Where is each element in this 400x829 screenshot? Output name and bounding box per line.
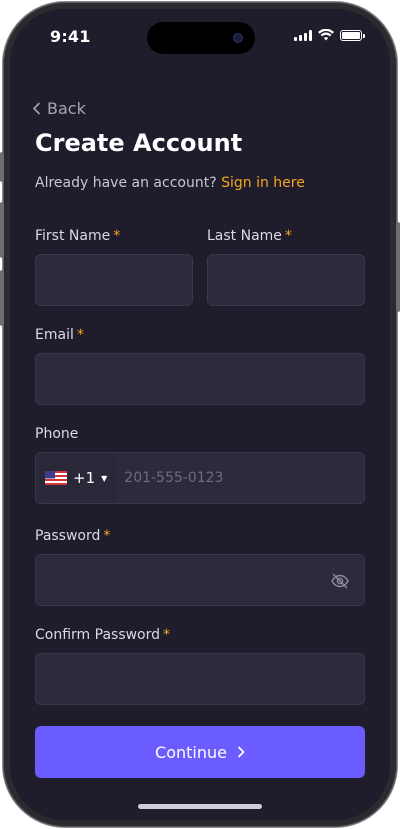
phone-input[interactable]: [116, 453, 364, 503]
last-name-field[interactable]: [207, 254, 365, 306]
first-name-input[interactable]: [36, 255, 192, 305]
first-name-label: First Name *: [35, 228, 120, 244]
password-label: Password *: [35, 528, 110, 544]
signin-prompt: Already have an account? Sign in here: [35, 175, 305, 191]
phone-label-text: Phone: [35, 426, 79, 442]
eye-off-icon[interactable]: [330, 571, 350, 591]
continue-button[interactable]: Continue: [35, 726, 365, 778]
back-label: Back: [47, 99, 86, 118]
app-screen: 9:41 Back Create Account Already have an…: [10, 9, 390, 820]
chevron-left-icon: [33, 102, 40, 115]
required-marker: *: [103, 528, 111, 544]
confirm-password-label: Confirm Password *: [35, 627, 170, 643]
back-button[interactable]: Back: [32, 99, 86, 118]
status-time: 9:41: [50, 27, 91, 46]
confirm-password-label-text: Confirm Password: [35, 627, 161, 643]
required-marker: *: [76, 327, 84, 343]
side-button: [396, 222, 400, 312]
side-button: [0, 270, 4, 326]
dial-code: +1: [73, 469, 96, 487]
email-label: Email *: [35, 327, 84, 343]
dynamic-island: [147, 22, 255, 54]
us-flag-icon: [45, 471, 67, 485]
email-input[interactable]: [36, 354, 364, 404]
country-code-picker[interactable]: +1 ▼: [36, 453, 117, 503]
status-bar: 9:41: [10, 9, 390, 65]
cellular-signal-icon: [294, 29, 312, 41]
confirm-password-input[interactable]: [36, 654, 364, 704]
last-name-input[interactable]: [208, 255, 364, 305]
password-input[interactable]: [36, 555, 364, 605]
first-name-field[interactable]: [35, 254, 193, 306]
phone-field[interactable]: +1 ▼: [35, 452, 365, 504]
email-field[interactable]: [35, 353, 365, 405]
side-button: [0, 202, 4, 258]
required-marker: *: [113, 228, 121, 244]
phone-label: Phone: [35, 426, 78, 442]
chevron-right-icon: [238, 746, 245, 758]
side-button: [0, 152, 4, 182]
email-label-text: Email: [35, 327, 74, 343]
last-name-label: Last Name *: [207, 228, 292, 244]
signin-link[interactable]: Sign in here: [221, 175, 305, 191]
password-field[interactable]: [35, 554, 365, 606]
camera-icon: [233, 33, 243, 43]
password-label-text: Password: [35, 528, 101, 544]
signin-prompt-text: Already have an account?: [35, 175, 217, 191]
required-marker: *: [284, 228, 292, 244]
required-marker: *: [163, 627, 171, 643]
last-name-label-text: Last Name: [207, 228, 282, 244]
wifi-icon: [318, 29, 334, 41]
page-title: Create Account: [35, 129, 243, 157]
battery-icon: [340, 29, 365, 41]
status-icons: [294, 29, 365, 41]
confirm-password-field[interactable]: [35, 653, 365, 705]
caret-down-icon: ▼: [101, 473, 108, 483]
first-name-label-text: First Name: [35, 228, 111, 244]
continue-label: Continue: [155, 742, 227, 762]
home-indicator[interactable]: [138, 804, 262, 809]
